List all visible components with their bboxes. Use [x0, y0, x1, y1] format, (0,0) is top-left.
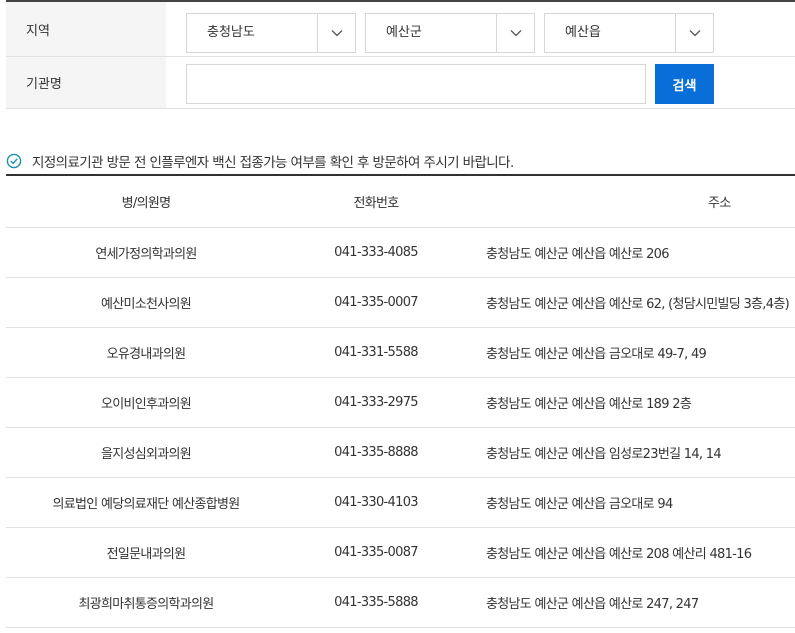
chevron-down-icon[interactable]: [675, 14, 713, 52]
hospital-name: 최광희마취통증의학과의원: [78, 597, 214, 612]
hospital-phone: 041-331-5588: [334, 345, 418, 360]
town-select[interactable]: 예산읍: [544, 13, 714, 53]
county-select[interactable]: 예산군: [365, 13, 535, 53]
hospital-address: 충청남도 예산군 예산읍 예산로 208 예산리 481-16: [486, 547, 752, 562]
table-row[interactable]: 최광희마취통증의학과의원 041-335-5888 충청남도 예산군 예산읍 예…: [6, 578, 795, 628]
check-circle-icon: [6, 153, 22, 169]
table-header: 병/의원명 전화번호 주소: [6, 176, 795, 228]
header-name: 병/의원명: [121, 196, 171, 211]
hospital-address: 충청남도 예산군 예산읍 예산로 62, (청담시민빌딩 3층,4층): [486, 297, 790, 312]
hospital-name: 의료법인 예당의료재단 예산종합병원: [52, 497, 240, 512]
county-select-value: 예산군: [386, 25, 422, 40]
town-select-value: 예산읍: [565, 25, 601, 40]
notice-text: 지정의료기관 방문 전 인플루엔자 백신 접종가능 여부를 확인 후 방문하여 …: [32, 155, 514, 171]
hospital-name: 오유경내과의원: [106, 347, 187, 362]
chevron-down-icon[interactable]: [317, 14, 355, 52]
province-select[interactable]: 충청남도: [186, 13, 356, 53]
province-select-value: 충청남도: [207, 25, 255, 40]
search-button[interactable]: 검색: [655, 64, 714, 104]
hospital-address: 충청남도 예산군 예산읍 금오대로 49-7, 49: [486, 347, 707, 362]
table-row[interactable]: 오이비인후과의원 041-333-2975 충청남도 예산군 예산읍 예산로 1…: [6, 378, 795, 428]
hospital-name: 을지성심외과의원: [100, 447, 192, 462]
hospital-phone: 041-335-5888: [334, 595, 418, 610]
hospital-address: 충청남도 예산군 예산읍 예산로 189 2층: [486, 397, 692, 412]
hospital-phone: 041-330-4103: [334, 495, 418, 510]
results-table: 병/의원명 전화번호 주소 연세가정의학과의원 041-333-4085 충청남…: [6, 174, 795, 628]
table-row[interactable]: 을지성심외과의원 041-335-8888 충청남도 예산군 예산읍 임성로23…: [6, 428, 795, 478]
hospital-phone: 041-333-4085: [334, 245, 418, 260]
institution-name-row: 기관명 검색: [6, 57, 795, 109]
table-row[interactable]: 연세가정의학과의원 041-333-4085 충청남도 예산군 예산읍 예산로 …: [6, 228, 795, 278]
hospital-address: 충청남도 예산군 예산읍 임성로23번길 14, 14: [486, 447, 722, 462]
chevron-down-icon[interactable]: [496, 14, 534, 52]
hospital-phone: 041-335-0007: [334, 295, 418, 310]
hospital-name: 예산미소천사의원: [100, 297, 192, 312]
hospital-address: 충청남도 예산군 예산읍 예산로 206: [486, 247, 670, 262]
hospital-name: 연세가정의학과의원: [95, 247, 197, 262]
search-form: 지역 충청남도 예산군 예산읍 기관명 검색: [6, 0, 795, 109]
hospital-address: 충청남도 예산군 예산읍 금오대로 94: [486, 497, 673, 512]
hospital-address: 충청남도 예산군 예산읍 예산로 247, 247: [486, 597, 699, 612]
region-label: 지역: [6, 2, 166, 56]
institution-name-input[interactable]: [186, 64, 646, 104]
table-row[interactable]: 전일문내과의원 041-335-0087 충청남도 예산군 예산읍 예산로 20…: [6, 528, 795, 578]
header-phone: 전화번호: [353, 196, 399, 211]
hospital-phone: 041-335-0087: [334, 545, 418, 560]
institution-name-label: 기관명: [6, 57, 166, 108]
table-row[interactable]: 오유경내과의원 041-331-5588 충청남도 예산군 예산읍 금오대로 4…: [6, 328, 795, 378]
hospital-phone: 041-335-8888: [334, 445, 418, 460]
hospital-phone: 041-333-2975: [334, 395, 418, 410]
region-row: 지역 충청남도 예산군 예산읍: [6, 2, 795, 57]
hospital-name: 오이비인후과의원: [100, 397, 192, 412]
header-address: 주소: [708, 196, 731, 211]
table-row[interactable]: 예산미소천사의원 041-335-0007 충청남도 예산군 예산읍 예산로 6…: [6, 278, 795, 328]
hospital-name: 전일문내과의원: [106, 547, 187, 562]
table-row[interactable]: 의료법인 예당의료재단 예산종합병원 041-330-4103 충청남도 예산군…: [6, 478, 795, 528]
notice: 지정의료기관 방문 전 인플루엔자 백신 접종가능 여부를 확인 후 방문하여 …: [6, 150, 514, 172]
